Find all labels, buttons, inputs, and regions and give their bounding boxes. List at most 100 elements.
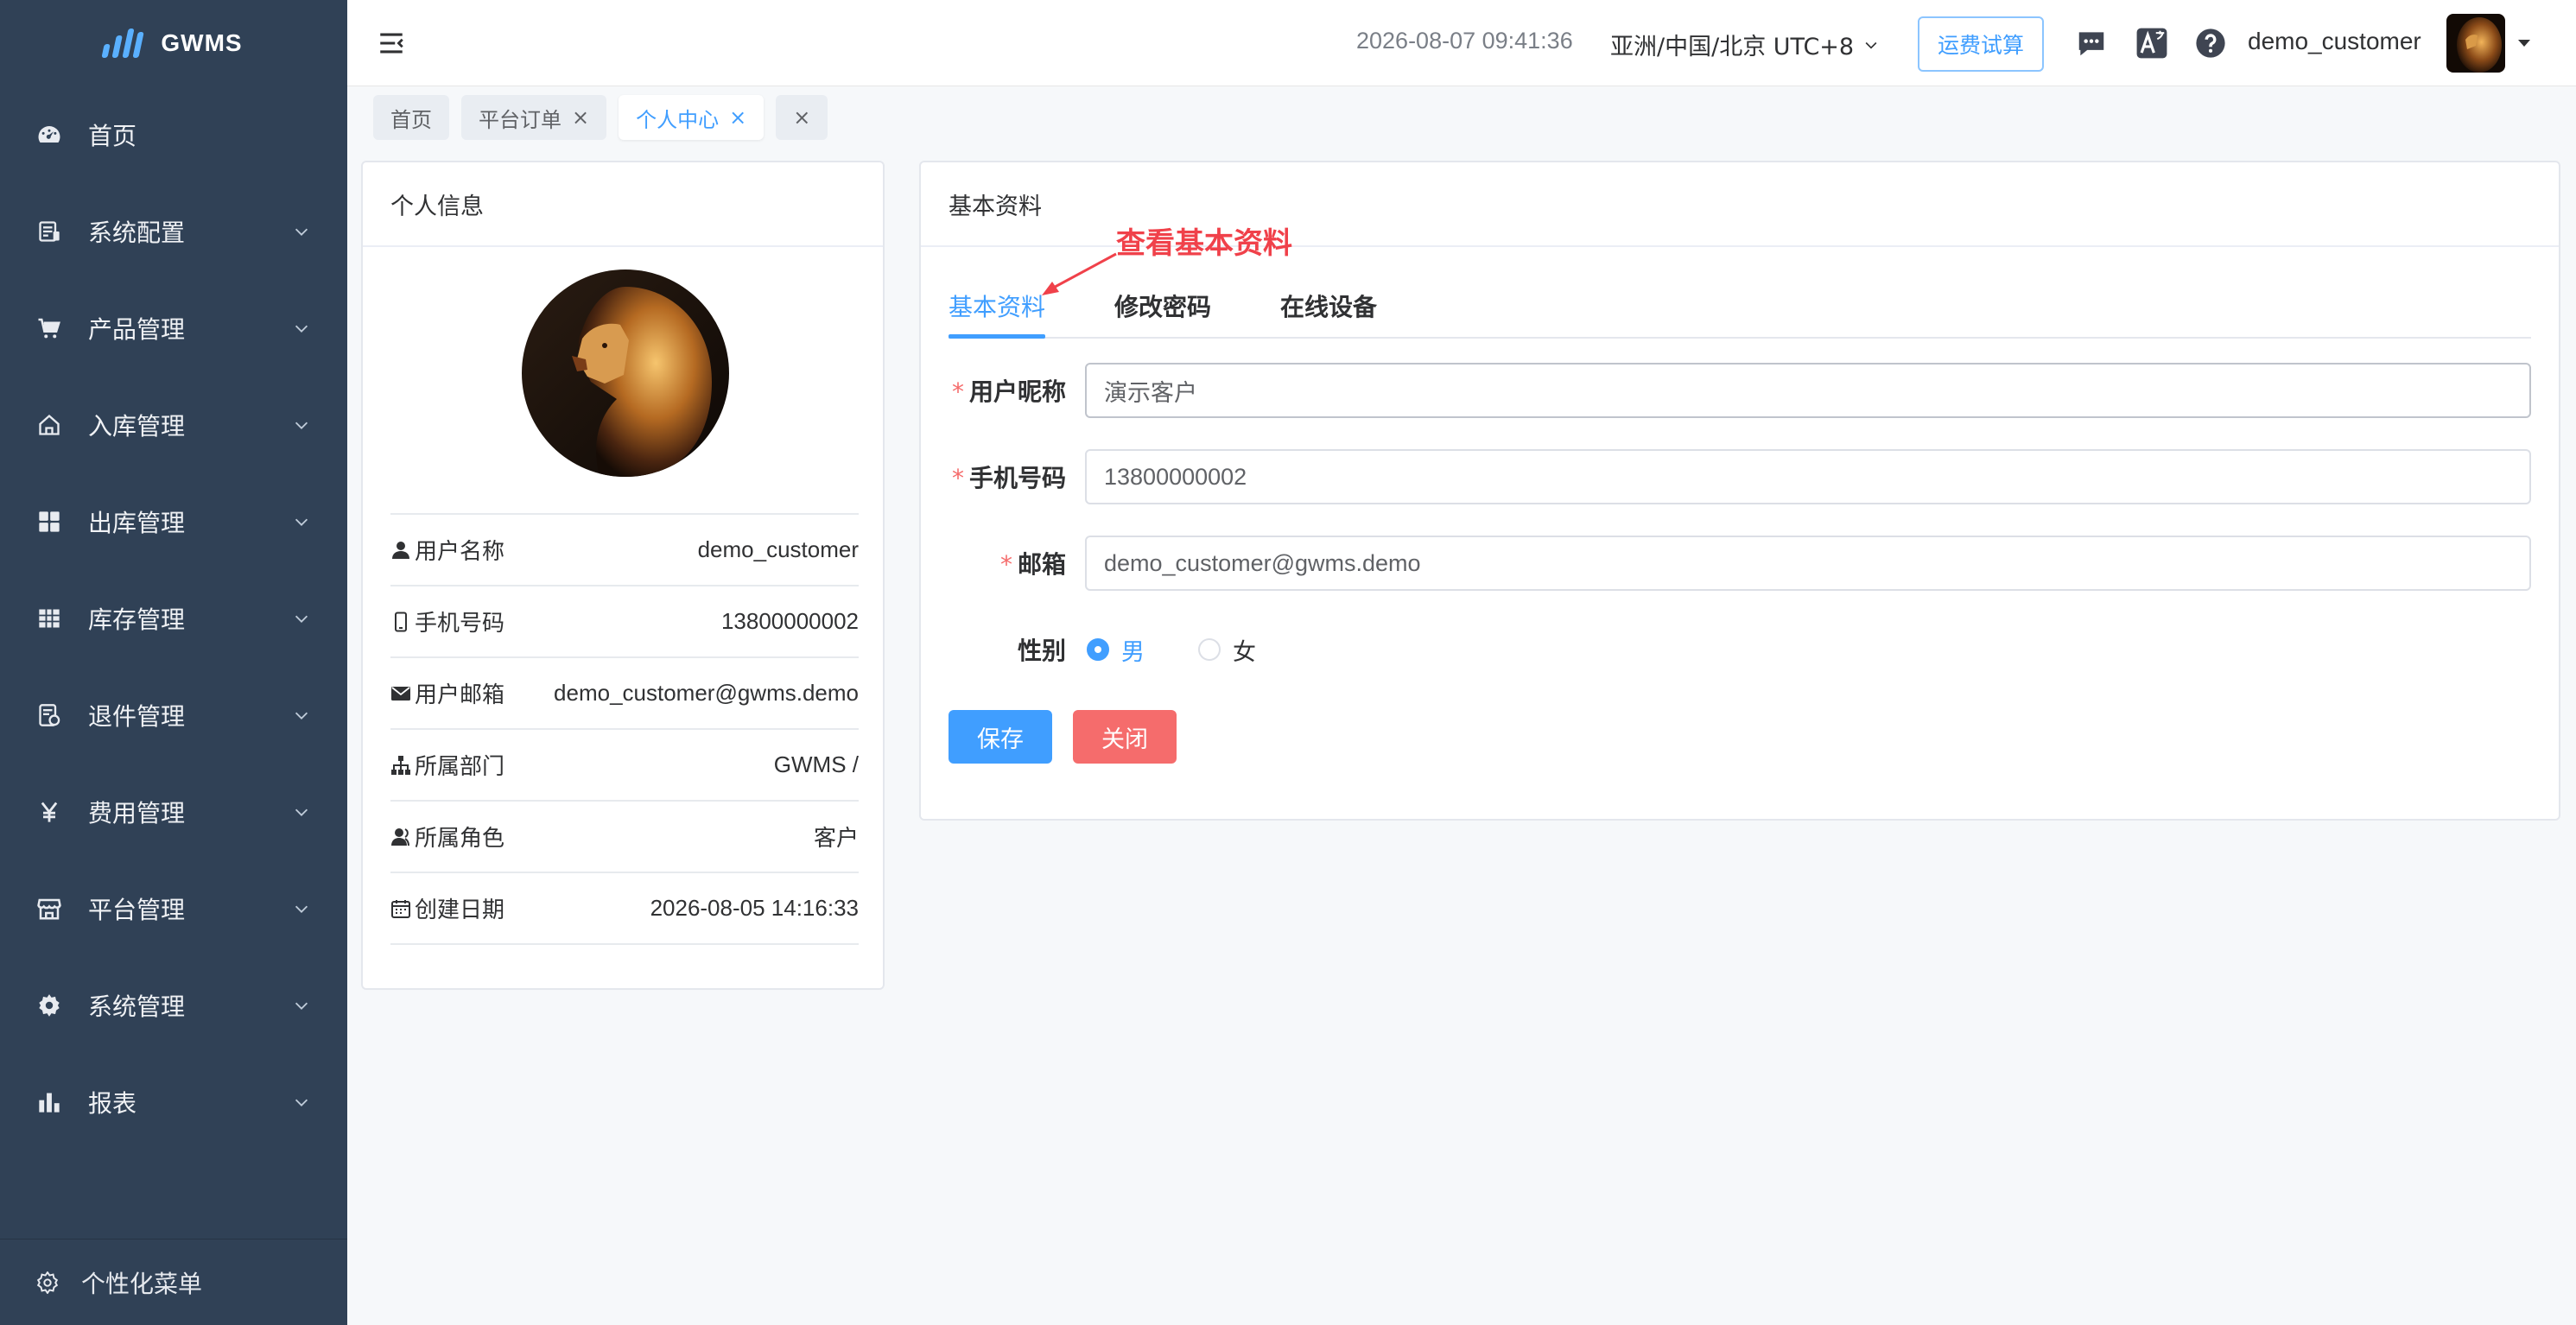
form-row-phone: * 手机号码 (949, 449, 2531, 504)
logo[interactable]: GWMS (0, 0, 347, 86)
sidebar-item-outbound[interactable]: 出库管理 (0, 473, 347, 570)
table-icon (36, 605, 62, 631)
avatar[interactable] (2446, 14, 2505, 73)
sidebar-item-system[interactable]: 系统管理 (0, 957, 347, 1054)
timezone-label: 亚洲/中国/北京 UTC+8 (1610, 34, 1855, 60)
phone-input[interactable] (1085, 449, 2531, 504)
sidebar-footer-label: 个性化菜单 (81, 1269, 203, 1298)
info-value: 客户 (813, 825, 859, 851)
info-row-role: 所属角色 客户 (390, 802, 859, 873)
save-button[interactable]: 保存 (949, 710, 1052, 764)
user-icon (392, 541, 409, 559)
sidebar-item-inventory[interactable]: 库存管理 (0, 570, 347, 667)
org-tree-icon (391, 755, 410, 775)
sidebar-item-reports[interactable]: 报表 (0, 1054, 347, 1151)
freight-calculator-button[interactable]: 运费试算 (1918, 16, 2044, 72)
close-icon[interactable]: × (729, 107, 746, 128)
info-label: 手机号码 (415, 611, 505, 637)
chevron-down-icon (295, 228, 308, 236)
info-value: 2026-08-05 14:16:33 (650, 895, 859, 921)
message-icon[interactable] (2075, 27, 2108, 60)
info-row-email: 用户邮箱 demo_customer@gwms.demo (390, 658, 859, 730)
cart-icon (36, 315, 62, 341)
radio-dot (1087, 638, 1109, 661)
help-icon[interactable] (2194, 27, 2227, 60)
close-icon[interactable]: × (793, 107, 810, 128)
sidebar-item-platform[interactable]: 平台管理 (0, 860, 347, 957)
form-row-nickname: * 用户昵称 (949, 363, 2531, 418)
info-row-created: 创建日期 2026-08-05 14:16:33 (390, 873, 859, 945)
sidebar-item-home[interactable]: 首页 (0, 86, 347, 183)
info-value: demo_customer (697, 536, 859, 562)
form-row-gender: 性别 男 女 (949, 622, 2531, 677)
profile-info-list: 用户名称 demo_customer 手机号码 13800000002 用户邮箱… (390, 513, 859, 945)
username-label[interactable]: demo_customer (2248, 28, 2421, 55)
tag-personal-center[interactable]: 个人中心 × (619, 95, 765, 140)
sidebar-item-label: 退件管理 (88, 702, 186, 731)
grid-icon (36, 509, 62, 535)
current-datetime: 2026-08-07 09:41:36 (1356, 28, 1573, 54)
tag-close-all[interactable]: × (776, 95, 828, 140)
sidebar-item-returns[interactable]: 退件管理 (0, 667, 347, 764)
sidebar-item-fees[interactable]: 费用管理 (0, 764, 347, 860)
gender-radio-female[interactable]: 女 (1198, 633, 1256, 667)
info-row-department: 所属部门 GWMS / (390, 730, 859, 802)
top-navbar: 2026-08-07 09:41:36 亚洲/中国/北京 UTC+8 运费试算 … (347, 0, 2576, 86)
info-row-phone: 手机号码 13800000002 (390, 586, 859, 658)
tab-change-password[interactable]: 修改密码 (1114, 288, 1211, 323)
tags-view-bar: 首页 平台订单 × 个人中心 × × (373, 95, 828, 140)
info-label: 用户邮箱 (415, 682, 505, 708)
sidebar-item-label: 库存管理 (88, 605, 186, 634)
radio-label: 男 (1121, 638, 1145, 666)
gender-radio-group: 男 女 (1087, 633, 1310, 667)
info-value: demo_customer@gwms.demo (554, 680, 859, 706)
email-input[interactable] (1085, 536, 2531, 591)
system-config-icon (36, 219, 62, 244)
close-icon[interactable]: × (572, 107, 589, 128)
gender-radio-male[interactable]: 男 (1087, 633, 1145, 667)
sidebar-item-products[interactable]: 产品管理 (0, 280, 347, 377)
radio-dot (1198, 638, 1221, 661)
info-label: 创建日期 (415, 897, 505, 923)
nickname-input[interactable] (1085, 363, 2531, 418)
profile-card: 个人信息 用户名称 demo_customer 手机号码 13800000002… (361, 161, 885, 990)
tag-home[interactable]: 首页 (373, 95, 449, 140)
profile-avatar[interactable] (522, 269, 729, 477)
chevron-down-icon (295, 1002, 308, 1010)
tab-online-devices[interactable]: 在线设备 (1280, 288, 1377, 323)
tab-basic-info[interactable]: 基本资料 (949, 288, 1045, 323)
lion-avatar-image (2446, 14, 2505, 73)
sidebar-item-label: 报表 (88, 1089, 137, 1118)
info-value: 13800000002 (720, 608, 859, 634)
info-label: 所属角色 (415, 826, 505, 852)
sidebar-item-custom-menu[interactable]: 个性化菜单 (0, 1239, 347, 1325)
form-row-email: * 邮箱 (949, 536, 2531, 591)
profile-card-title: 个人信息 (363, 162, 883, 247)
sidebar-item-inbound[interactable]: 入库管理 (0, 377, 347, 473)
basic-info-tabs: 基本资料 修改密码 在线设备 (949, 285, 2531, 339)
phone-label: * 手机号码 (951, 464, 1066, 492)
tag-platform-orders[interactable]: 平台订单 × (461, 95, 607, 140)
logo-icon (101, 29, 145, 58)
role-icon (391, 827, 409, 846)
tag-label: 首页 (390, 107, 432, 132)
caret-down-icon[interactable] (2517, 38, 2531, 48)
close-button[interactable]: 关闭 (1073, 710, 1177, 764)
sidebar-item-label: 费用管理 (88, 799, 186, 827)
tag-label: 平台订单 (479, 107, 562, 132)
timezone-selector[interactable]: 亚洲/中国/北京 UTC+8 (1610, 28, 1880, 61)
hamburger-toggle-icon[interactable] (377, 29, 406, 58)
sidebar-item-label: 首页 (88, 122, 137, 150)
radio-label: 女 (1233, 638, 1256, 666)
sidebar: GWMS 首页 系统配置 产品管理 入库管理 出库管理 库存管理 退件管理 费用… (0, 0, 347, 1325)
sidebar-item-label: 出库管理 (88, 509, 186, 537)
chevron-down-icon (1865, 41, 1877, 49)
chevron-down-icon (295, 422, 308, 429)
gender-label: 性别 (1017, 637, 1066, 665)
translate-icon[interactable] (2135, 27, 2168, 60)
sidebar-item-label: 系统管理 (88, 992, 186, 1021)
logo-text: GWMS (161, 29, 243, 56)
sidebar-item-label: 入库管理 (88, 412, 186, 441)
sidebar-item-label: 产品管理 (88, 315, 186, 344)
sidebar-item-system-config[interactable]: 系统配置 (0, 183, 347, 280)
